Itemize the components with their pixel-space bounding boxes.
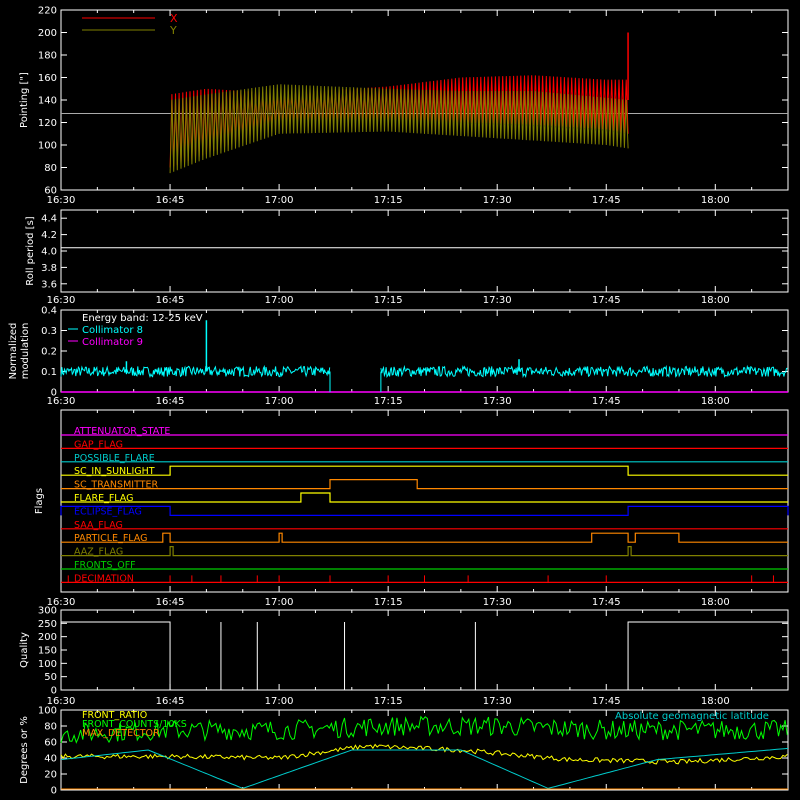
time-tick-label: 16:30 bbox=[47, 295, 76, 306]
y-tick-label: 4.0 bbox=[41, 247, 57, 258]
geomagnetic-latitude-trace bbox=[60, 747, 789, 789]
y-tick-label: 0.4 bbox=[41, 306, 57, 317]
y-tick-label: 0 bbox=[51, 388, 57, 399]
pointing-series-y bbox=[169, 84, 629, 174]
front-ratio-trace bbox=[60, 743, 788, 765]
y-tick-label: 60 bbox=[44, 738, 57, 749]
time-tick-label: 18:00 bbox=[701, 195, 730, 206]
y-tick-label: 80 bbox=[44, 163, 57, 174]
y-axis-label-line2: modulation bbox=[20, 323, 31, 380]
y-tick-label: 200 bbox=[38, 28, 57, 39]
y-axis-label: Flags bbox=[34, 488, 45, 514]
y-tick-label: 0.1 bbox=[41, 367, 57, 378]
y-tick-label: 120 bbox=[38, 118, 57, 129]
y-tick-label: 150 bbox=[38, 646, 57, 657]
time-tick-label: 17:45 bbox=[592, 396, 621, 407]
y-tick-label: 3.6 bbox=[41, 279, 57, 290]
flag-trace bbox=[61, 465, 788, 476]
legend-label-y: Y bbox=[169, 24, 177, 37]
y-tick-label: 220 bbox=[38, 6, 57, 17]
y-tick-label: 80 bbox=[44, 722, 57, 733]
collimator8-segment bbox=[60, 364, 331, 378]
y-tick-label: 60 bbox=[44, 186, 57, 197]
y-axis-label: Pointing ["] bbox=[19, 72, 30, 128]
y-tick-label: 300 bbox=[38, 606, 57, 617]
time-tick-label: 17:15 bbox=[374, 195, 403, 206]
time-tick-label: 16:45 bbox=[156, 597, 185, 608]
legend-label-collimator: Collimator 8 bbox=[82, 325, 143, 336]
time-tick-label: 17:30 bbox=[483, 295, 512, 306]
y-tick-label: 0 bbox=[51, 686, 57, 697]
legend-label-collimator: Collimator 9 bbox=[82, 337, 143, 348]
time-tick-label: 18:00 bbox=[701, 696, 730, 707]
y-tick-label: 180 bbox=[38, 51, 57, 62]
time-tick-label: 17:00 bbox=[265, 396, 294, 407]
time-tick-label: 18:00 bbox=[701, 396, 730, 407]
time-tick-label: 17:15 bbox=[374, 295, 403, 306]
legend-label-degrees: MAX_DETECTOR bbox=[82, 728, 160, 739]
y-axis-label: Roll period [s] bbox=[25, 216, 36, 285]
flag-trace bbox=[61, 479, 788, 490]
time-tick-label: 16:45 bbox=[156, 696, 185, 707]
y-tick-label: 200 bbox=[38, 632, 57, 643]
panel-3-frame bbox=[60, 409, 789, 593]
quality-trace bbox=[61, 621, 788, 691]
time-tick-label: 17:15 bbox=[374, 597, 403, 608]
y-tick-label: 100 bbox=[38, 659, 57, 670]
y-tick-label: 100 bbox=[38, 141, 57, 152]
y-tick-label: 40 bbox=[44, 754, 57, 765]
time-tick-label: 16:45 bbox=[156, 396, 185, 407]
time-tick-label: 17:00 bbox=[265, 195, 294, 206]
energy-band-annotation: Energy band: 12-25 keV bbox=[82, 313, 203, 324]
time-tick-label: 17:45 bbox=[592, 295, 621, 306]
pointing-traces bbox=[61, 32, 788, 174]
time-tick-label: 17:30 bbox=[483, 597, 512, 608]
time-tick-label: 17:00 bbox=[265, 696, 294, 707]
y-tick-label: 4.2 bbox=[41, 230, 57, 241]
time-tick-label: 17:15 bbox=[374, 396, 403, 407]
flag-trace bbox=[61, 532, 788, 543]
time-tick-label: 16:45 bbox=[156, 195, 185, 206]
flag-trace bbox=[61, 492, 788, 503]
time-tick-label: 16:30 bbox=[47, 195, 76, 206]
y-tick-label: 250 bbox=[38, 619, 57, 630]
y-tick-label: 4.4 bbox=[41, 214, 57, 225]
flag-trace bbox=[60, 505, 789, 516]
y-axis-label: Normalizedmodulation bbox=[8, 323, 31, 380]
time-tick-label: 17:30 bbox=[483, 195, 512, 206]
time-tick-label: 17:30 bbox=[483, 396, 512, 407]
panel-1-frame bbox=[60, 209, 789, 293]
flag-trace bbox=[61, 546, 788, 557]
y-tick-label: 3.8 bbox=[41, 263, 57, 274]
y-tick-label: 100 bbox=[38, 706, 57, 717]
time-tick-label: 17:45 bbox=[592, 696, 621, 707]
y-tick-label: 0 bbox=[51, 786, 57, 797]
y-axis-label-line1: Normalized bbox=[8, 323, 19, 380]
flag-label: ECLIPSE_FLAG bbox=[74, 506, 142, 517]
collimator8-segment bbox=[380, 364, 788, 379]
time-tick-label: 17:00 bbox=[265, 295, 294, 306]
y-axis-label: Quality bbox=[19, 632, 30, 668]
geomagnetic-annotation: Absolute geomagnetic latitude bbox=[615, 711, 769, 722]
time-tick-label: 17:30 bbox=[483, 696, 512, 707]
y-tick-label: 160 bbox=[38, 73, 57, 84]
time-tick-label: 16:45 bbox=[156, 295, 185, 306]
y-tick-label: 20 bbox=[44, 770, 57, 781]
time-tick-label: 17:15 bbox=[374, 696, 403, 707]
y-tick-label: 0.3 bbox=[41, 326, 57, 337]
time-tick-label: 17:45 bbox=[592, 597, 621, 608]
time-tick-label: 18:00 bbox=[701, 597, 730, 608]
y-tick-label: 50 bbox=[44, 672, 57, 683]
y-axis-label: Degrees or % bbox=[19, 716, 30, 784]
y-tick-label: 0.2 bbox=[41, 347, 57, 358]
time-tick-label: 17:00 bbox=[265, 597, 294, 608]
y-tick-label: 140 bbox=[38, 96, 57, 107]
chart-figure: 16:30 16:45 17:00 17:15 17:30 17:45 18:00 60 80 1… bbox=[8, 6, 789, 797]
time-tick-label: 18:00 bbox=[701, 295, 730, 306]
time-tick-label: 17:45 bbox=[592, 195, 621, 206]
